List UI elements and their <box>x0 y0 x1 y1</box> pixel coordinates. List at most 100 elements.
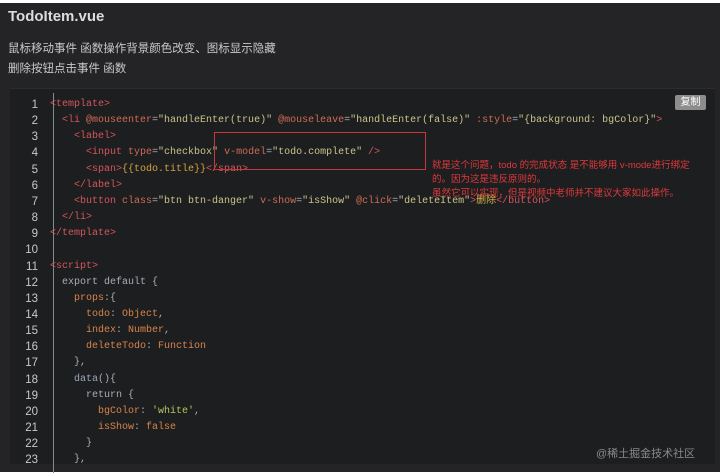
line-number: 17 <box>25 357 38 370</box>
code-text: <li @mouseenter="handleEnter(true)" @mou… <box>50 113 662 129</box>
code-text: }, <box>50 355 86 371</box>
code-token: }, <box>50 454 87 466</box>
code-token: </label> <box>50 179 123 191</box>
code-text: deleteTodo: Function <box>50 339 206 355</box>
code-token: false <box>146 422 177 433</box>
code-token: : <box>110 308 123 320</box>
code-token: "checkbox" <box>158 147 219 159</box>
code-token: <button <box>50 195 117 207</box>
code-token: , <box>194 405 201 417</box>
line-number: 2 <box>31 115 38 128</box>
code-token: class <box>116 195 153 207</box>
code-text: <label> <box>50 129 116 145</box>
code-text: } <box>50 436 92 452</box>
code-token: @mouseleave <box>272 115 345 127</box>
code-token: </li> <box>50 212 93 224</box>
code-text: <template> <box>50 97 110 113</box>
code-token: 'white' <box>152 405 195 417</box>
code-token: > <box>656 115 663 127</box>
code-token: : <box>140 405 153 417</box>
line-number: 11 <box>26 260 38 273</box>
code-token: "{background: bgColor}" <box>518 115 657 127</box>
code-token: props <box>50 292 105 304</box>
code-token: , <box>164 325 171 337</box>
annotation-text: 虽然它可以实现，但是视频中老师并不建议大家如此操作。 <box>432 188 680 199</box>
line-number: 18 <box>25 373 38 386</box>
code-token: : <box>146 341 159 353</box>
line-number: 4 <box>31 147 38 160</box>
code-text: bgColor: 'white', <box>50 404 200 420</box>
code-token: data <box>50 373 99 385</box>
code-text: <script> <box>50 259 98 275</box>
code-token: {{todo.title}} <box>122 163 207 175</box>
code-text: }, <box>50 452 86 468</box>
code-token: } <box>50 438 93 450</box>
line-number: 8 <box>31 212 38 225</box>
file-title: TodoItem.vue <box>8 8 105 25</box>
code-token: return { <box>50 389 135 401</box>
code-token: Object <box>122 308 159 320</box>
code-token: <input <box>50 147 123 159</box>
line-number: 15 <box>25 325 38 338</box>
code-token: </template> <box>50 228 117 240</box>
line-number: 23 <box>25 454 38 467</box>
code-token: deleteTodo <box>50 341 147 353</box>
code-token: <span> <box>50 163 123 175</box>
article-panel: TodoItem.vue 鼠标移动事件 函数操作背景颜色改变、图标显示隐藏 删除… <box>0 3 720 473</box>
code-token: "handleEnter(false)" <box>350 115 471 127</box>
code-token: index <box>50 325 117 337</box>
code-token: <label> <box>50 131 117 143</box>
line-number: 3 <box>31 131 38 144</box>
code-block: 23 }, 22 } 21 isShow: false 20 bgColor: 'wh… <box>10 88 715 473</box>
code-text: index: Number, <box>50 323 170 339</box>
code-text: props:{ <box>50 291 116 307</box>
line-number: 13 <box>25 292 38 305</box>
code-token: "handleEnter(true)" <box>158 115 273 127</box>
line-number: 14 <box>25 308 38 321</box>
code-token: (){ <box>98 373 117 385</box>
description-line: 鼠标移动事件 函数操作背景颜色改变、图标显示隐藏 <box>8 43 276 55</box>
watermark: @稀土掘金技术社区 <box>596 448 696 460</box>
code-token: "btn btn-danger" <box>158 195 255 207</box>
code-token: @mouseenter <box>80 115 153 127</box>
code-text: </label> <box>50 178 122 194</box>
code-token: bgColor <box>50 405 141 417</box>
code-token: @click <box>350 195 393 207</box>
line-number: 19 <box>25 389 38 402</box>
line-number: 10 <box>25 244 38 257</box>
line-number: 6 <box>31 179 38 192</box>
line-number: 7 <box>31 195 38 208</box>
code-text: todo: Object, <box>50 307 164 323</box>
code-token: :style <box>470 115 513 127</box>
annotation-text: 的。因为这是违反原则的。 <box>432 174 547 185</box>
code-token: : <box>134 422 147 433</box>
code-token: <script> <box>50 260 99 272</box>
code-token: :{ <box>104 292 117 304</box>
code-text: </li> <box>50 210 92 226</box>
code-token: "isShow" <box>302 195 351 207</box>
code-token: isShow <box>50 422 135 433</box>
code-text: export default { <box>50 275 158 291</box>
line-number: 1 <box>31 99 38 111</box>
line-number: 20 <box>25 405 38 418</box>
annotation-text: 就是这个问题，todo 的完成状态 是不能够用 v-mode进行绑定 <box>432 160 690 171</box>
code-token: <template> <box>50 99 111 110</box>
gutter-divider <box>53 93 54 473</box>
code-text: data(){ <box>50 372 116 388</box>
line-number: 5 <box>31 163 38 176</box>
code-token: todo <box>50 308 111 320</box>
code-text: isShow: false <box>50 420 176 436</box>
code-token: }, <box>50 357 87 369</box>
highlight-box <box>214 132 426 170</box>
code-token: Number <box>128 325 165 337</box>
code-token: v-show <box>254 195 297 207</box>
code-text: return { <box>50 388 134 404</box>
line-number: 16 <box>25 341 38 354</box>
copy-button[interactable]: 复制 <box>675 95 706 110</box>
line-number: 21 <box>25 422 38 434</box>
line-number: 12 <box>25 276 38 289</box>
line-number: 22 <box>25 438 38 451</box>
code-text: </template> <box>50 226 116 242</box>
code-token: <li <box>50 115 81 127</box>
code-token: , <box>158 308 165 320</box>
